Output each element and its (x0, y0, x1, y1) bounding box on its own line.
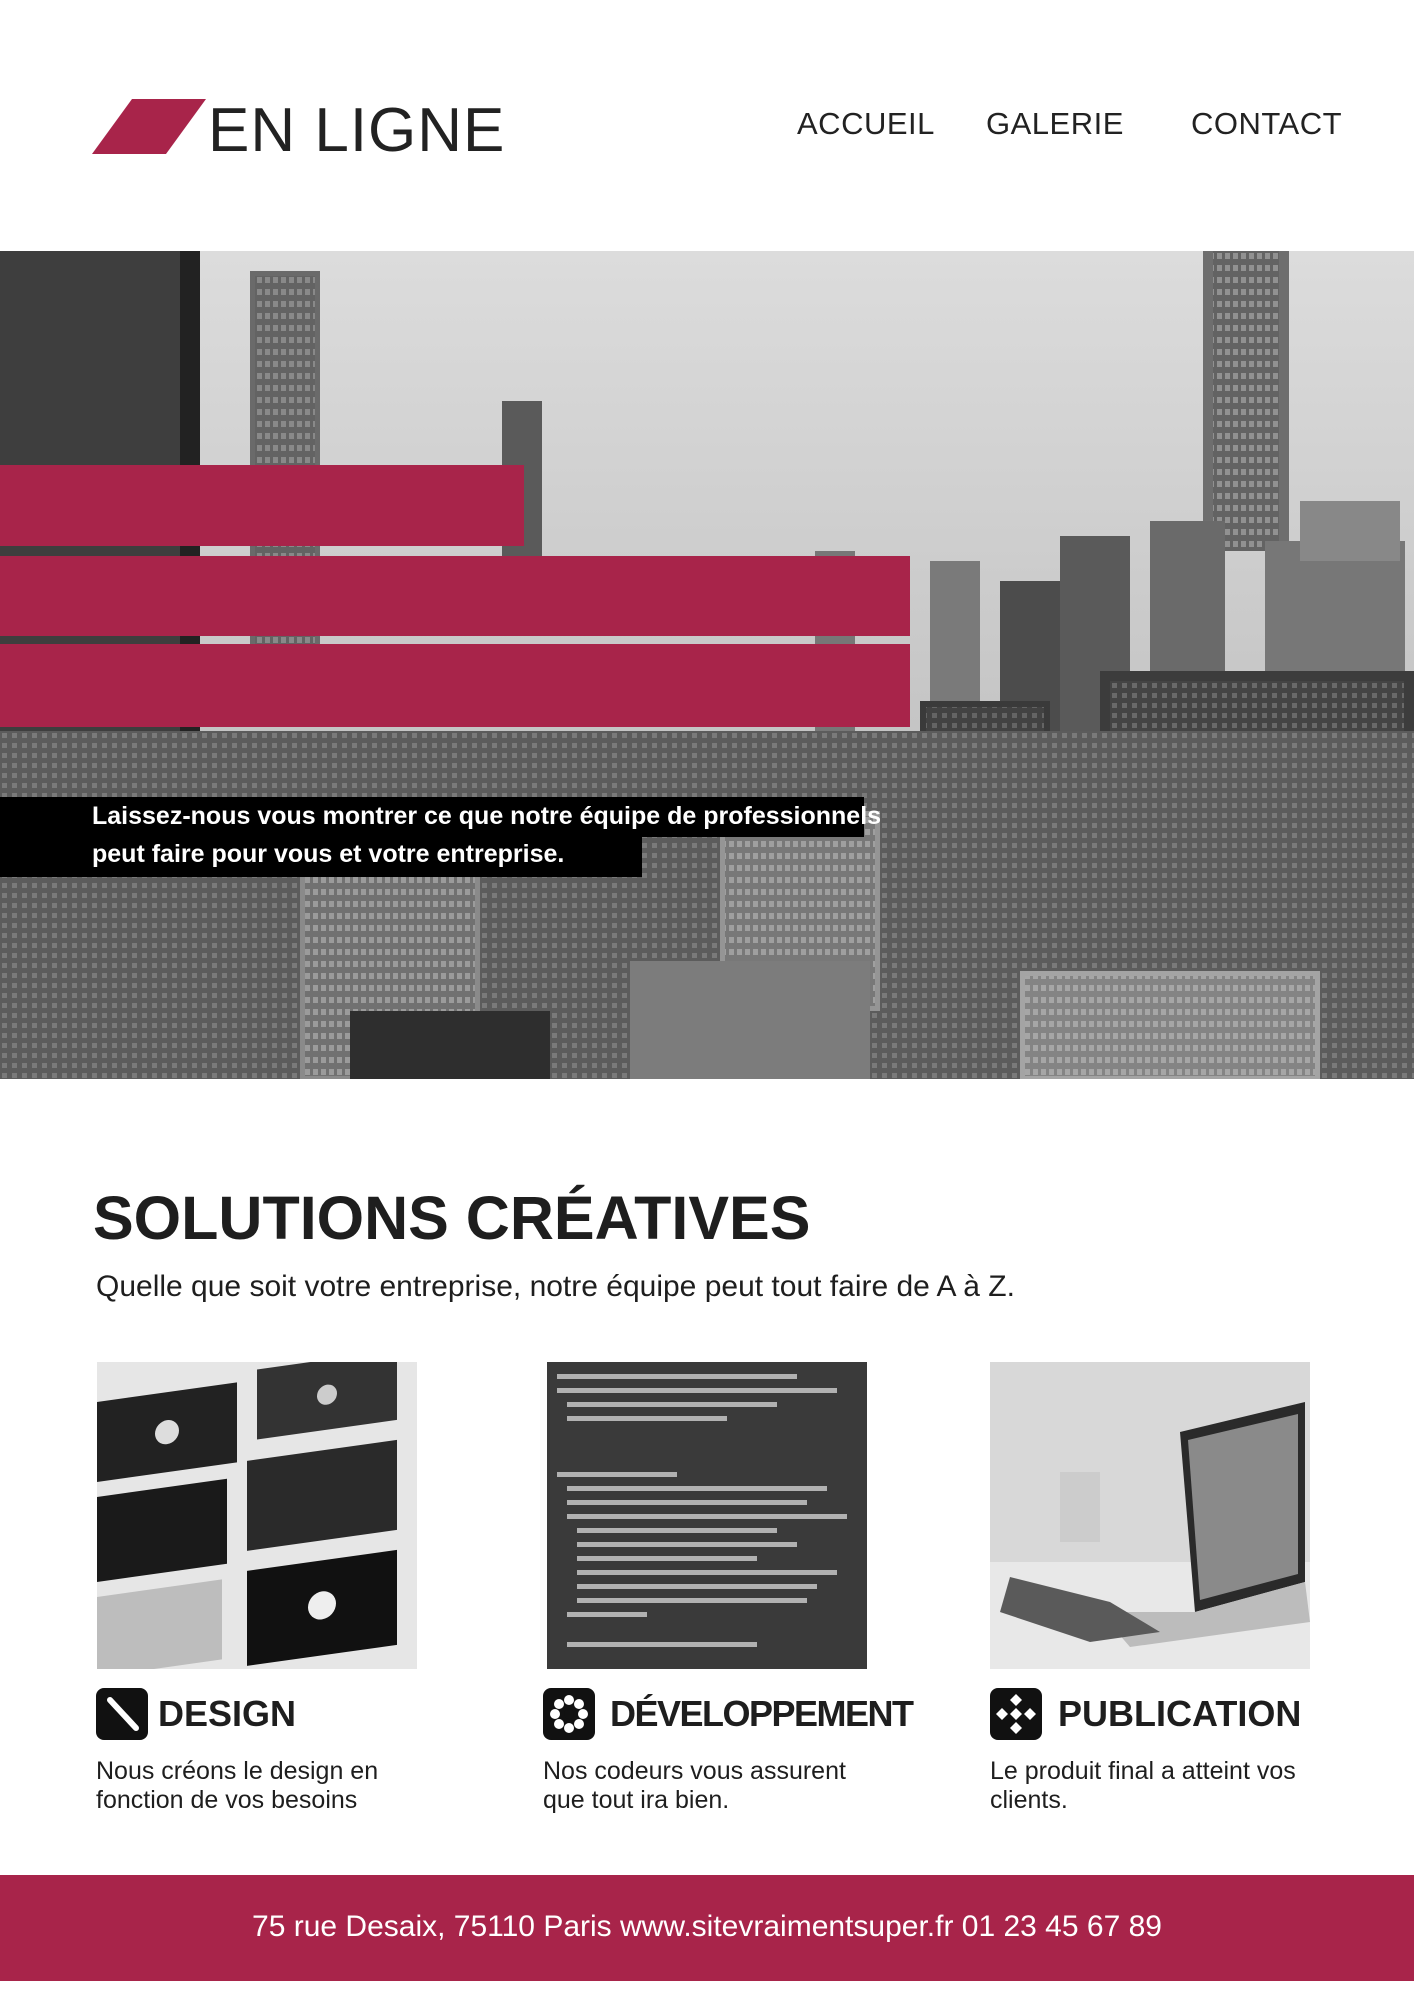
publication-image (990, 1362, 1310, 1669)
card-title-design: DESIGN (158, 1693, 297, 1734)
card-text-publication: Le produit final a atteint vos clients. (990, 1757, 1296, 1814)
section-title: SOLUTIONS CRÉATIVES (93, 1184, 811, 1252)
accent-bar (0, 644, 910, 727)
footer: 75 rue Desaix, 75110 Paris www.sitevraim… (0, 1875, 1414, 1981)
logo-text: EN LIGNE (208, 96, 506, 165)
card-title-publication: PUBLICATION (1058, 1693, 1302, 1734)
development-image (547, 1362, 867, 1669)
section-subtitle: Quelle que soit votre entreprise, notre … (96, 1270, 1015, 1303)
nav-accueil[interactable]: ACCUEIL (797, 106, 935, 142)
diamond-grid-icon (990, 1688, 1042, 1740)
hero-tagline: Laissez-nous vous montrer ce que notre é… (92, 802, 882, 868)
accent-bar (0, 556, 910, 636)
nav-contact[interactable]: CONTACT (1191, 106, 1342, 142)
card-text-design: Nous créons le design en fonction de vos… (96, 1757, 379, 1814)
gear-icon (543, 1688, 595, 1740)
hero-banner: Laissez-nous vous montrer ce que notre é… (0, 251, 1414, 1079)
accent-bar (0, 465, 524, 546)
pen-icon (96, 1688, 148, 1740)
logo-mark (92, 99, 206, 154)
footer-contact-info: 75 rue Desaix, 75110 Paris www.sitevraim… (252, 1910, 1162, 1943)
design-image (97, 1362, 417, 1669)
nav-galerie[interactable]: GALERIE (986, 106, 1124, 142)
card-text-development: Nos codeurs vous assurent que tout ira b… (543, 1757, 846, 1814)
card-title-development: DÉVELOPPEMENT (610, 1693, 914, 1734)
